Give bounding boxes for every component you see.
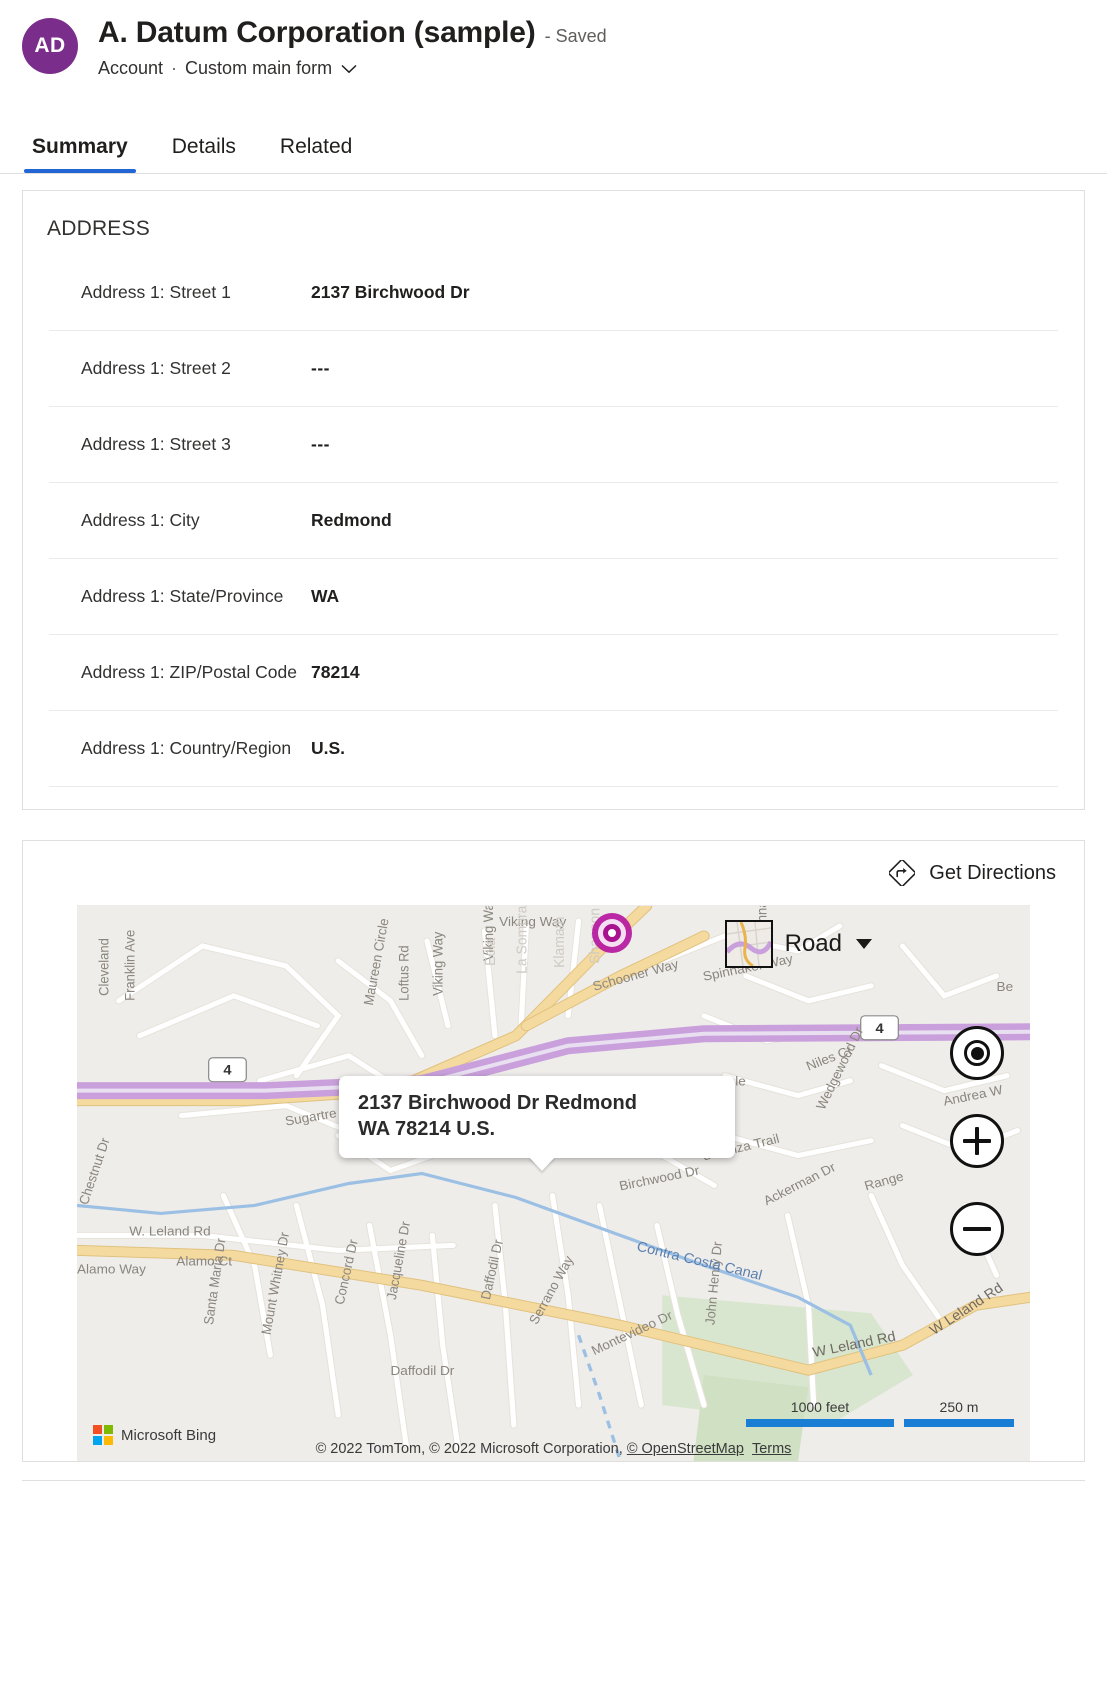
map-type-label: Road [785, 930, 842, 958]
terms-link[interactable]: Terms [752, 1441, 791, 1457]
field-value[interactable]: U.S. [311, 736, 1058, 761]
zoom-in-button[interactable] [950, 1114, 1004, 1168]
tab-bar: Summary Details Related [0, 112, 1107, 174]
bottom-divider [22, 1480, 1085, 1492]
field-row[interactable]: Address 1: City Redmond [49, 483, 1058, 559]
breadcrumb-separator: · [171, 58, 177, 79]
field-value[interactable]: WA [311, 584, 1058, 609]
field-row[interactable]: Address 1: Street 3 --- [49, 407, 1058, 483]
svg-text:Cleveland: Cleveland [96, 938, 111, 996]
form-selector-label[interactable]: Custom main form [185, 58, 332, 79]
map-toolbar: Get Directions [23, 841, 1084, 905]
avatar: AD [22, 18, 78, 74]
svg-text:La Sombra: La Sombra [514, 906, 530, 974]
infobox-line-2: WA 78214 U.S. [358, 1117, 716, 1143]
field-row[interactable]: Address 1: State/Province WA [49, 559, 1058, 635]
field-label: Address 1: State/Province [49, 584, 311, 609]
tab-related[interactable]: Related [272, 135, 360, 173]
caret-down-icon[interactable] [856, 939, 872, 949]
svg-text:W. Leland Rd: W. Leland Rd [129, 1224, 210, 1239]
field-label: Address 1: Street 2 [49, 356, 311, 381]
address-card: ADDRESS Address 1: Street 1 2137 Birchwo… [22, 190, 1085, 810]
scale-metric-label: 250 m [904, 1399, 1014, 1415]
attribution-text: © 2022 TomTom, © 2022 Microsoft Corporat… [316, 1441, 627, 1457]
minus-icon [963, 1215, 991, 1243]
map-attribution: © 2022 TomTom, © 2022 Microsoft Corporat… [77, 1441, 1030, 1457]
breadcrumb: Account · Custom main form [98, 58, 607, 79]
field-row[interactable]: Address 1: Street 2 --- [49, 331, 1058, 407]
svg-text:Klamath: Klamath [552, 917, 568, 968]
map-type-selector[interactable]: Road [725, 920, 872, 968]
map-type-thumbnail-icon [725, 920, 773, 968]
field-label: Address 1: Street 3 [49, 432, 311, 457]
get-directions-label: Get Directions [929, 862, 1056, 885]
svg-text:4: 4 [223, 1063, 231, 1079]
title-block: A. Datum Corporation (sample) - Saved Ac… [98, 14, 607, 79]
field-row[interactable]: Address 1: ZIP/Postal Code 78214 [49, 635, 1058, 711]
svg-text:Viking Way: Viking Way [430, 931, 445, 995]
field-label: Address 1: City [49, 508, 311, 533]
svg-text:Daffodil Dr: Daffodil Dr [390, 1363, 454, 1378]
openstreetmap-link[interactable]: © OpenStreetMap [627, 1441, 744, 1457]
entity-type-label: Account [98, 58, 163, 79]
map-infobox[interactable]: 2137 Birchwood Dr Redmond WA 78214 U.S. [339, 1076, 735, 1158]
scale-imperial-bar [746, 1419, 894, 1427]
zoom-out-button[interactable] [950, 1202, 1004, 1256]
plus-icon [963, 1127, 991, 1155]
app-header: AD A. Datum Corporation (sample) - Saved… [0, 0, 1107, 112]
field-value[interactable]: 2137 Birchwood Dr [311, 280, 1058, 305]
svg-text:Loftus Rd: Loftus Rd [396, 945, 411, 1000]
locate-me-icon [964, 1040, 990, 1066]
svg-text:Alamo Way: Alamo Way [77, 1262, 146, 1277]
map-card: Get Directions .rd { stroke:#ffffff; str… [22, 840, 1085, 1462]
svg-text:Be: Be [997, 979, 1014, 994]
locate-me-button[interactable] [950, 1026, 1004, 1080]
save-status: - Saved [545, 26, 607, 47]
infobox-tail [529, 1157, 555, 1171]
map-viewport[interactable]: .rd { stroke:#ffffff; stroke-width:5; fi… [77, 905, 1030, 1461]
field-value[interactable]: 78214 [311, 660, 1058, 685]
chevron-down-icon[interactable] [341, 64, 357, 74]
svg-text:Franklin Ave: Franklin Ave [122, 930, 137, 1001]
scale-metric-bar [904, 1419, 1014, 1427]
title-line: A. Datum Corporation (sample) - Saved [98, 16, 607, 49]
field-value[interactable]: --- [311, 356, 1058, 381]
field-value[interactable]: --- [311, 432, 1058, 457]
tab-details[interactable]: Details [164, 135, 244, 173]
tab-summary[interactable]: Summary [24, 135, 136, 173]
infobox-line-1: 2137 Birchwood Dr Redmond [358, 1091, 716, 1117]
get-directions-button[interactable]: Get Directions [883, 856, 1062, 890]
field-value[interactable]: Redmond [311, 508, 1058, 533]
address-field-list: Address 1: Street 1 2137 Birchwood Dr Ad… [23, 255, 1084, 809]
locate-dot [971, 1047, 984, 1060]
directions-diamond-icon [889, 860, 915, 886]
scale-imperial-label: 1000 feet [746, 1399, 894, 1415]
field-label: Address 1: Street 1 [49, 280, 311, 305]
field-label: Address 1: Country/Region [49, 736, 311, 761]
field-row[interactable]: Address 1: Country/Region U.S. [49, 711, 1058, 787]
field-label: Address 1: ZIP/Postal Code [49, 660, 311, 685]
field-row[interactable]: Address 1: Street 1 2137 Birchwood Dr [49, 255, 1058, 331]
svg-text:Eola: Eola [483, 938, 499, 966]
map-scale: 1000 feet 250 m [746, 1399, 1014, 1427]
svg-text:4: 4 [875, 1021, 883, 1037]
header-row: AD A. Datum Corporation (sample) - Saved… [22, 14, 1107, 79]
section-title-address: ADDRESS [23, 191, 1084, 255]
scale-metric: 250 m [904, 1399, 1014, 1427]
map-canvas: .rd { stroke:#ffffff; stroke-width:5; fi… [77, 906, 1030, 1461]
map-pin-icon[interactable] [588, 907, 636, 955]
page-title: A. Datum Corporation (sample) [98, 16, 536, 49]
scale-imperial: 1000 feet [746, 1399, 894, 1427]
